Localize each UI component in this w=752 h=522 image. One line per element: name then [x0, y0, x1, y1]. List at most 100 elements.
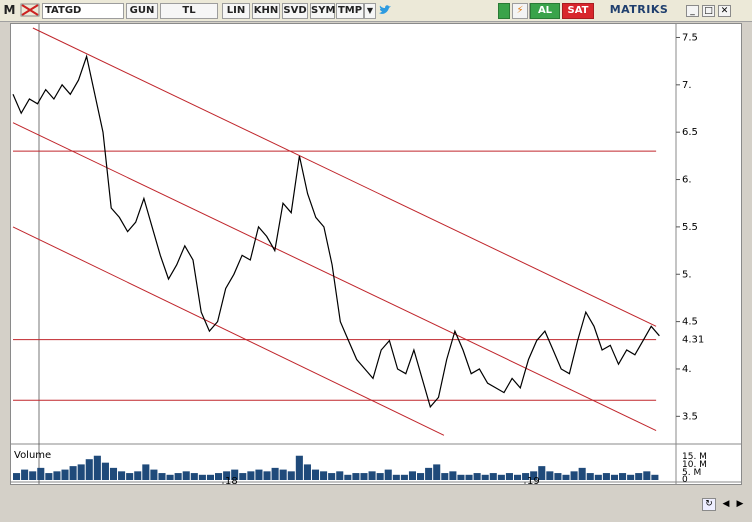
- period-button[interactable]: GUN: [126, 3, 158, 19]
- volume-bar: [570, 471, 578, 480]
- volume-bar: [465, 474, 473, 480]
- volume-bar: [279, 469, 287, 480]
- volume-bar: [360, 473, 368, 480]
- volume-bar: [489, 473, 497, 480]
- volume-bar: [562, 474, 570, 480]
- volume-bar: [215, 473, 223, 480]
- volume-bar: [554, 473, 562, 480]
- volume-bar: [546, 471, 554, 480]
- volume-bar: [610, 474, 619, 480]
- price-tick-label: 6.5: [682, 127, 698, 138]
- volume-bar: [287, 471, 295, 480]
- svd-button[interactable]: SVD: [282, 3, 308, 19]
- volume-bar: [134, 471, 142, 480]
- volume-bar: [497, 474, 505, 480]
- volume-bar: [295, 455, 303, 480]
- volume-bar: [328, 473, 336, 480]
- linear-scale-button[interactable]: LIN: [222, 3, 250, 19]
- template-button[interactable]: TMP: [336, 3, 364, 19]
- minimize-button[interactable]: _: [686, 5, 699, 17]
- maximize-button[interactable]: □: [702, 5, 715, 17]
- volume-bar: [376, 473, 384, 480]
- volume-bar: [166, 474, 174, 480]
- matriks-logo: MATRIKS: [609, 3, 669, 16]
- volume-bar: [158, 473, 166, 480]
- volume-bar: [643, 471, 651, 480]
- scroll-left-icon[interactable]: ◀: [720, 498, 732, 511]
- sell-button[interactable]: SAT: [562, 3, 594, 19]
- m-menu-button[interactable]: M: [3, 3, 16, 19]
- volume-bar: [37, 467, 45, 480]
- volume-bar: [13, 473, 21, 480]
- price-series: [12, 54, 660, 409]
- volume-bar: [457, 474, 465, 480]
- volume-bar: [239, 473, 247, 480]
- twitter-icon[interactable]: [378, 3, 392, 19]
- volume-bar: [93, 455, 101, 480]
- symbol-field[interactable]: TATGD: [42, 3, 124, 19]
- trend-lines: [12, 27, 657, 436]
- status-bar: ↻ ◀ ▶: [0, 489, 752, 522]
- volume-bar: [61, 469, 69, 480]
- volume-bar: [449, 471, 457, 480]
- price-tick-label: 6.: [682, 175, 692, 186]
- volume-bar: [101, 462, 109, 480]
- volume-bar: [85, 459, 93, 480]
- last-price-label: 4.31: [682, 335, 704, 346]
- buy-button[interactable]: AL: [530, 3, 560, 19]
- volume-bar: [263, 471, 271, 480]
- price-tick-label: 7.: [682, 80, 692, 91]
- volume-bar: [142, 464, 150, 480]
- volume-bar: [392, 474, 400, 480]
- volume-bar: [400, 474, 408, 480]
- chart-toolbar: M TATGD GUN TL LIN KHN SVD SYM TMP ▼ ⚡ ∞…: [0, 0, 752, 22]
- volume-bar: [174, 473, 182, 480]
- volume-bar: [481, 474, 489, 480]
- volume-bar: [513, 474, 522, 480]
- volume-bar: [126, 473, 134, 480]
- price-chart[interactable]: 7.57.6.56.5.55.4.54.3.54.3115. M10. M5. …: [11, 24, 741, 487]
- date-tick-label: 18: [225, 476, 238, 484]
- currency-button[interactable]: TL: [160, 3, 218, 19]
- volume-bar: [619, 473, 627, 480]
- volume-bar: [368, 471, 376, 480]
- axis-labels: 7.57.6.56.5.55.4.54.3.54.3115. M10. M5. …: [14, 32, 707, 487]
- volume-bar: [384, 469, 392, 480]
- price-line: [12, 54, 660, 409]
- volume-bar: [344, 474, 352, 480]
- refresh-icon[interactable]: ⚡: [512, 3, 528, 19]
- price-tick-label: 4.: [682, 364, 692, 375]
- close-chart-icon[interactable]: [18, 3, 42, 19]
- volume-bar: [473, 473, 481, 480]
- volume-bar: [247, 471, 255, 480]
- volume-bar: [578, 467, 586, 480]
- volume-label: Volume: [14, 450, 51, 461]
- volume-bar: [53, 471, 61, 480]
- volume-bar: [271, 467, 279, 480]
- trend-line: [12, 122, 657, 431]
- scroll-right-icon[interactable]: ▶: [734, 498, 746, 511]
- chart-area[interactable]: 7.5 7. 6.5 6. 5.5 5. 4.5 4. 3.5 4.31 15. M 10. M 5. …: [10, 23, 742, 487]
- volume-bar: [69, 466, 77, 480]
- price-tick-label: 7.5: [682, 32, 698, 43]
- volume-bar: [602, 473, 610, 480]
- rotate-icon[interactable]: ↻: [702, 498, 716, 511]
- volume-bar: [505, 473, 513, 480]
- date-tick-label: 19: [527, 476, 540, 484]
- volume-bar: [29, 471, 37, 480]
- khn-button[interactable]: KHN: [252, 3, 280, 19]
- volume-bar: [627, 474, 635, 480]
- volume-bar: [336, 471, 344, 480]
- volume-bar: [190, 473, 198, 480]
- volume-tick-label: 0: [682, 475, 688, 484]
- template-dropdown-icon[interactable]: ▼: [364, 3, 376, 19]
- close-button[interactable]: ✕: [718, 5, 731, 17]
- volume-bar: [425, 467, 433, 480]
- volume-bar: [320, 471, 328, 480]
- chart-grid: [11, 24, 741, 484]
- volume-bar: [77, 464, 85, 480]
- price-tick-label: 3.5: [682, 411, 698, 422]
- volume-bar: [651, 474, 659, 480]
- sym-button[interactable]: SYM: [310, 3, 335, 19]
- volume-bar: [433, 464, 441, 480]
